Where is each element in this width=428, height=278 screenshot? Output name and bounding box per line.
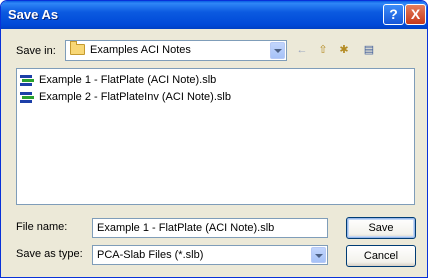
file-name-text: Example 1 - FlatPlate (ACI Note).slb [39, 74, 217, 86]
new-folder-icon[interactable]: ✱ [335, 41, 353, 59]
slab-file-icon [19, 90, 35, 103]
up-folder-icon[interactable]: ⇧ [314, 41, 332, 59]
close-button[interactable]: X [405, 4, 426, 25]
file-name-label: File name: [16, 221, 68, 233]
save-as-dialog: Save As ? X Save in: Examples ACI Notes … [0, 0, 428, 278]
file-name-text: Example 2 - FlatPlateInv (ACI Note).slb [39, 91, 231, 103]
slab-file-icon [19, 73, 35, 86]
title-bar[interactable]: Save As ? X [1, 1, 427, 29]
folder-icon [70, 41, 85, 55]
file-name-value: Example 1 - FlatPlate (ACI Note).slb [97, 222, 275, 234]
chevron-down-icon[interactable] [270, 42, 285, 59]
help-button[interactable]: ? [383, 4, 404, 25]
save-button[interactable]: Save [346, 217, 416, 239]
save-in-value: Examples ACI Notes [90, 44, 191, 56]
chevron-down-icon[interactable] [311, 247, 326, 263]
save-as-type-dropdown[interactable]: PCA-Slab Files (*.slb) [92, 245, 328, 265]
save-in-dropdown[interactable]: Examples ACI Notes [65, 40, 287, 61]
dialog-title: Save As [8, 7, 59, 22]
file-name-field[interactable]: Example 1 - FlatPlate (ACI Note).slb [92, 218, 328, 238]
back-arrow-icon[interactable]: ← [293, 41, 311, 59]
file-list[interactable]: Example 1 - FlatPlate (ACI Note).slb Exa… [16, 68, 415, 205]
save-in-label: Save in: [16, 45, 56, 57]
save-as-type-label: Save as type: [16, 248, 83, 260]
cancel-button[interactable]: Cancel [346, 245, 416, 267]
save-as-type-value: PCA-Slab Files (*.slb) [97, 249, 204, 261]
views-menu-icon[interactable]: ▤ [357, 41, 381, 59]
